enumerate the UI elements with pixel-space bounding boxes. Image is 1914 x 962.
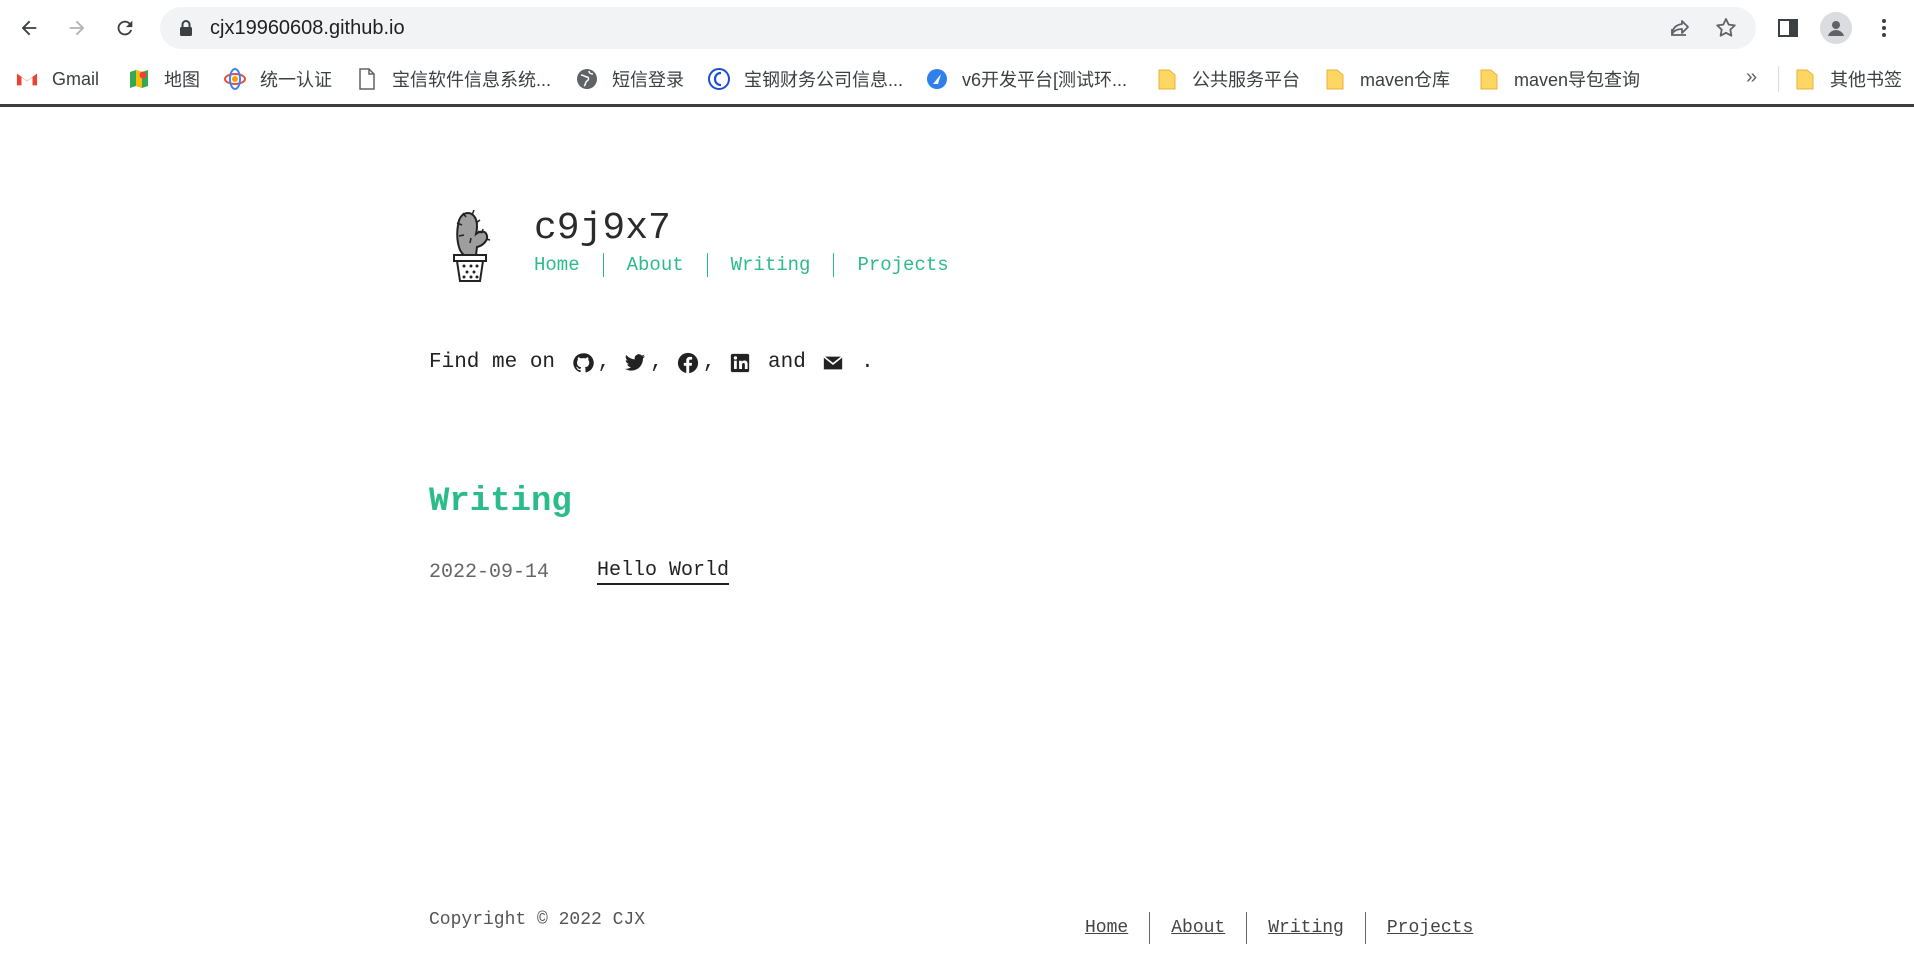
separator-comma: , bbox=[702, 351, 716, 374]
web-page: c9j9x7 Home About Writing Projects Find … bbox=[0, 107, 1914, 962]
post-link[interactable]: Hello World bbox=[597, 559, 730, 585]
period-label: . bbox=[848, 351, 874, 374]
bookmark-baogang[interactable]: 宝钢财务公司信息... bbox=[708, 64, 903, 94]
and-label: and bbox=[755, 351, 819, 374]
linkedin-icon[interactable] bbox=[729, 352, 751, 374]
nav-home-link[interactable]: Home bbox=[534, 253, 603, 277]
folder-icon bbox=[1324, 68, 1346, 90]
post-date: 2022-09-14 bbox=[429, 560, 550, 584]
bookmark-label: 统一认证 bbox=[260, 70, 332, 90]
email-icon[interactable] bbox=[822, 352, 844, 374]
gmail-icon bbox=[16, 68, 38, 90]
folder-icon bbox=[1794, 68, 1816, 90]
separator-comma: , bbox=[650, 351, 663, 374]
share-icon[interactable] bbox=[1668, 16, 1692, 40]
side-panel-icon bbox=[1778, 19, 1798, 37]
footer-projects-link[interactable]: Projects bbox=[1364, 912, 1494, 944]
bookmark-label: maven仓库 bbox=[1360, 70, 1451, 90]
forward-button[interactable] bbox=[59, 10, 95, 46]
facebook-icon[interactable] bbox=[677, 352, 699, 374]
bookmark-baoxin[interactable]: 宝信软件信息系统... bbox=[356, 64, 551, 94]
bookmark-public-service[interactable]: 公共服务平台 bbox=[1156, 64, 1300, 94]
folder-icon bbox=[1156, 68, 1178, 90]
footer-nav: Home About Writing Projects bbox=[1085, 912, 1494, 944]
bookmark-label: 公共服务平台 bbox=[1192, 70, 1300, 90]
bookmark-label: 宝信软件信息系统... bbox=[392, 70, 552, 90]
bookmark-star-icon[interactable] bbox=[1714, 16, 1738, 40]
bookmark-label: 其他书签 bbox=[1830, 70, 1902, 90]
url-text: cjx19960608.github.io bbox=[210, 17, 405, 39]
bookmark-v6[interactable]: v6开发平台[测试环... bbox=[926, 64, 1127, 94]
side-panel-button[interactable] bbox=[1774, 14, 1802, 42]
globe-icon bbox=[576, 68, 598, 90]
bookmark-label: v6开发平台[测试环... bbox=[962, 70, 1128, 90]
cactus-logo-icon[interactable] bbox=[442, 203, 498, 283]
more-bookmarks-button[interactable]: » bbox=[1746, 66, 1757, 89]
bookmark-label: maven导包查询 bbox=[1514, 70, 1641, 90]
kebab-menu-icon bbox=[1882, 19, 1886, 37]
bookmark-gmail[interactable]: Gmail bbox=[16, 64, 99, 94]
browser-toolbar: cjx19960608.github.io bbox=[0, 0, 1914, 56]
separator-comma: , bbox=[597, 351, 611, 374]
reload-button[interactable] bbox=[107, 10, 143, 46]
profile-avatar-icon bbox=[1828, 21, 1844, 36]
back-arrow-icon bbox=[21, 20, 37, 36]
v6-icon bbox=[926, 68, 948, 90]
forward-arrow-icon bbox=[69, 20, 85, 36]
find-me-line: Find me on , , , and . bbox=[429, 351, 874, 374]
other-bookmarks[interactable]: 其他书签 bbox=[1794, 64, 1902, 94]
address-bar[interactable]: cjx19960608.github.io bbox=[160, 7, 1756, 49]
list-item: 2022-09-14 Hello World bbox=[429, 559, 730, 585]
bookmark-maps[interactable]: 地图 bbox=[128, 64, 200, 94]
footer-writing-link[interactable]: Writing bbox=[1246, 912, 1365, 944]
bookmark-label: Gmail bbox=[52, 68, 100, 89]
copyright-text: Copyright © 2022 CJX bbox=[429, 910, 646, 930]
back-button[interactable] bbox=[11, 10, 47, 46]
bookmark-auth[interactable]: 统一认证 bbox=[224, 64, 332, 94]
bookmark-maven-repo[interactable]: maven仓库 bbox=[1324, 64, 1450, 94]
reload-icon bbox=[117, 20, 133, 36]
nav-writing-link[interactable]: Writing bbox=[706, 253, 834, 277]
github-icon[interactable] bbox=[572, 352, 594, 374]
footer-home-link[interactable]: Home bbox=[1085, 912, 1149, 944]
menu-button[interactable] bbox=[1870, 14, 1898, 42]
profile-button[interactable] bbox=[1820, 12, 1852, 44]
bookmarks-divider bbox=[1778, 66, 1779, 92]
footer-about-link[interactable]: About bbox=[1149, 912, 1246, 944]
bookmark-sms-login[interactable]: 短信登录 bbox=[576, 64, 684, 94]
page-icon bbox=[356, 68, 378, 90]
bookmark-label: 宝钢财务公司信息... bbox=[744, 70, 904, 90]
bookmark-label: 地图 bbox=[164, 70, 200, 90]
nav-about-link[interactable]: About bbox=[602, 253, 707, 277]
site-title[interactable]: c9j9x7 bbox=[534, 207, 671, 250]
maps-icon bbox=[128, 68, 150, 90]
twitter-icon[interactable] bbox=[624, 352, 646, 374]
auth-icon bbox=[224, 68, 246, 90]
lock-icon bbox=[180, 20, 192, 36]
writing-section-title: Writing bbox=[429, 483, 572, 521]
baogang-icon bbox=[708, 68, 730, 90]
find-me-label: Find me on bbox=[429, 351, 568, 374]
bookmark-maven-search[interactable]: maven导包查询 bbox=[1478, 64, 1640, 94]
site-nav: Home About Writing Projects bbox=[534, 253, 972, 277]
bookmarks-bar: Gmail 地图 统一认证 宝信软件信息系统... 短信登录 宝钢财务公司信息.… bbox=[0, 56, 1914, 104]
bookmark-label: 短信登录 bbox=[612, 70, 684, 90]
folder-icon bbox=[1478, 68, 1500, 90]
nav-projects-link[interactable]: Projects bbox=[833, 253, 971, 277]
